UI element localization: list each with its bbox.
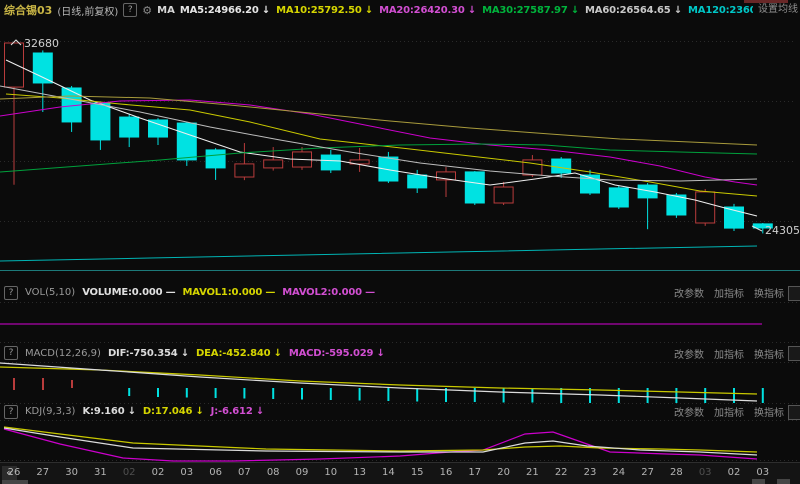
date-label: 03 [699,467,712,478]
kdj-pane-header: ? KDJ(9,3,3) K:9.160 ↓ D:17.046 ↓ J:-6.612 ↓… [0,403,800,420]
indicator-readout: DIF:-750.354 ↓ [108,348,189,359]
help-icon[interactable]: ? [4,346,18,360]
date-label: 20 [497,467,510,478]
top-right-marker [744,0,788,3]
indicator-readout: DEA:-452.840 ↓ [196,348,282,359]
indicator-params-label: KDJ(9,3,3) [25,406,75,417]
date-label: 31 [94,467,107,478]
indicator-readout: J:-6.612 ↓ [211,406,264,417]
ma-readout: MA20:26420.30 ↓ [379,5,476,16]
date-label: 16 [440,467,453,478]
date-label: 17 [468,467,481,478]
date-label: 30 [65,467,78,478]
date-label: 22 [555,467,568,478]
date-label: 24 [612,467,625,478]
main-candlestick-pane[interactable] [0,20,800,282]
indicator-readout: MAVOL2:0.000 — [282,287,375,298]
date-label: 13 [353,467,366,478]
date-label: 08 [267,467,280,478]
date-label: 27 [641,467,654,478]
scrollbar-corner-handle[interactable] [777,479,790,484]
chart-app-window: 综合锡03 (日线,前复权) ? ⚙ MA MA5:24966.20 ↓ MA10… [0,0,800,484]
kdj-d-line [4,427,757,452]
macd-dea-line [0,367,757,394]
scrollbar-left-handle[interactable] [2,480,28,484]
pane-link[interactable]: 加指标 [714,285,744,300]
vol-pane-header: ? VOL(5,10) VOLUME:0.000 — MAVOL1:0.000 — MA… [0,283,800,302]
scrollbar-right-handle[interactable] [752,479,765,484]
date-label: 23 [584,467,597,478]
kdj-pane-links: 改参数加指标换指标 [674,404,784,419]
ma-readout: MA30:27587.97 ↓ [482,5,579,16]
kdj-k-line [4,428,757,455]
symbol-title: 综合锡03 [4,2,52,18]
ma-readouts: MA5:24966.20 ↓ MA10:25792.50 ↓ MA20:26420.… [180,5,800,16]
help-icon[interactable]: ? [4,405,18,419]
pane-link[interactable]: 改参数 [674,285,704,300]
ma-settings-button[interactable]: 设置均线 [753,0,800,20]
pane-link[interactable]: 改参数 [674,346,704,361]
date-label: 14 [382,467,395,478]
date-label: 07 [238,467,251,478]
date-label: 02 [123,467,136,478]
pane-link[interactable]: 改参数 [674,404,704,419]
date-label: 02 [728,467,741,478]
date-label: 28 [670,467,683,478]
date-label: 27 [36,467,49,478]
indicator-readout: VOLUME:0.000 — [82,287,175,298]
pane-link[interactable]: 加指标 [714,404,744,419]
ma-readout: MA10:25792.50 ↓ [276,5,373,16]
top-bar: 综合锡03 (日线,前复权) ? ⚙ MA MA5:24966.20 ↓ MA10… [0,0,800,20]
date-axis-bar: « 26273031020203060708091013141516172021… [0,462,800,484]
macd-pane-header: ? MACD(12,26,9) DIF:-750.354 ↓ DEA:-452.840… [0,344,800,362]
indicator-params-label: VOL(5,10) [25,287,75,298]
macd-dif-line [0,363,757,401]
gear-icon[interactable]: ⚙ [142,4,152,17]
pane-link[interactable]: 加指标 [714,346,744,361]
vol-pane-links: 改参数加指标换指标 [674,285,784,300]
date-label: 15 [411,467,424,478]
ma-readout: MA5:24966.20 ↓ [180,5,270,16]
pane-link[interactable]: 换指标 [754,285,784,300]
date-label: 03 [180,467,193,478]
macd-pane-links: 改参数加指标换指标 [674,346,784,361]
indicator-readout: D:17.046 ↓ [143,406,204,417]
date-label: 03 [756,467,769,478]
indicator-params-label: MACD(12,26,9) [25,348,101,359]
indicator-readout: MAVOL1:0.000 — [182,287,275,298]
help-icon[interactable]: ? [123,3,137,17]
ma-group-label: MA [157,5,175,16]
date-label: 06 [209,467,222,478]
indicator-readout: K:9.160 ↓ [82,406,135,417]
pane-link[interactable]: 换指标 [754,404,784,419]
date-label: 02 [152,467,165,478]
date-label: 21 [526,467,539,478]
ma-readout: MA60:26564.65 ↓ [585,5,682,16]
clipped-button[interactable] [788,405,800,420]
indicator-readout: MACD:-595.029 ↓ [289,348,385,359]
kdj-j-line [4,429,757,461]
help-icon[interactable]: ? [4,286,18,300]
date-label: 10 [324,467,337,478]
date-label: 26 [8,467,21,478]
chart-mode-label: (日线,前复权) [57,3,118,18]
clipped-button[interactable] [788,346,800,361]
date-label: 09 [296,467,309,478]
pane-link[interactable]: 换指标 [754,346,784,361]
clipped-button[interactable] [788,286,800,301]
